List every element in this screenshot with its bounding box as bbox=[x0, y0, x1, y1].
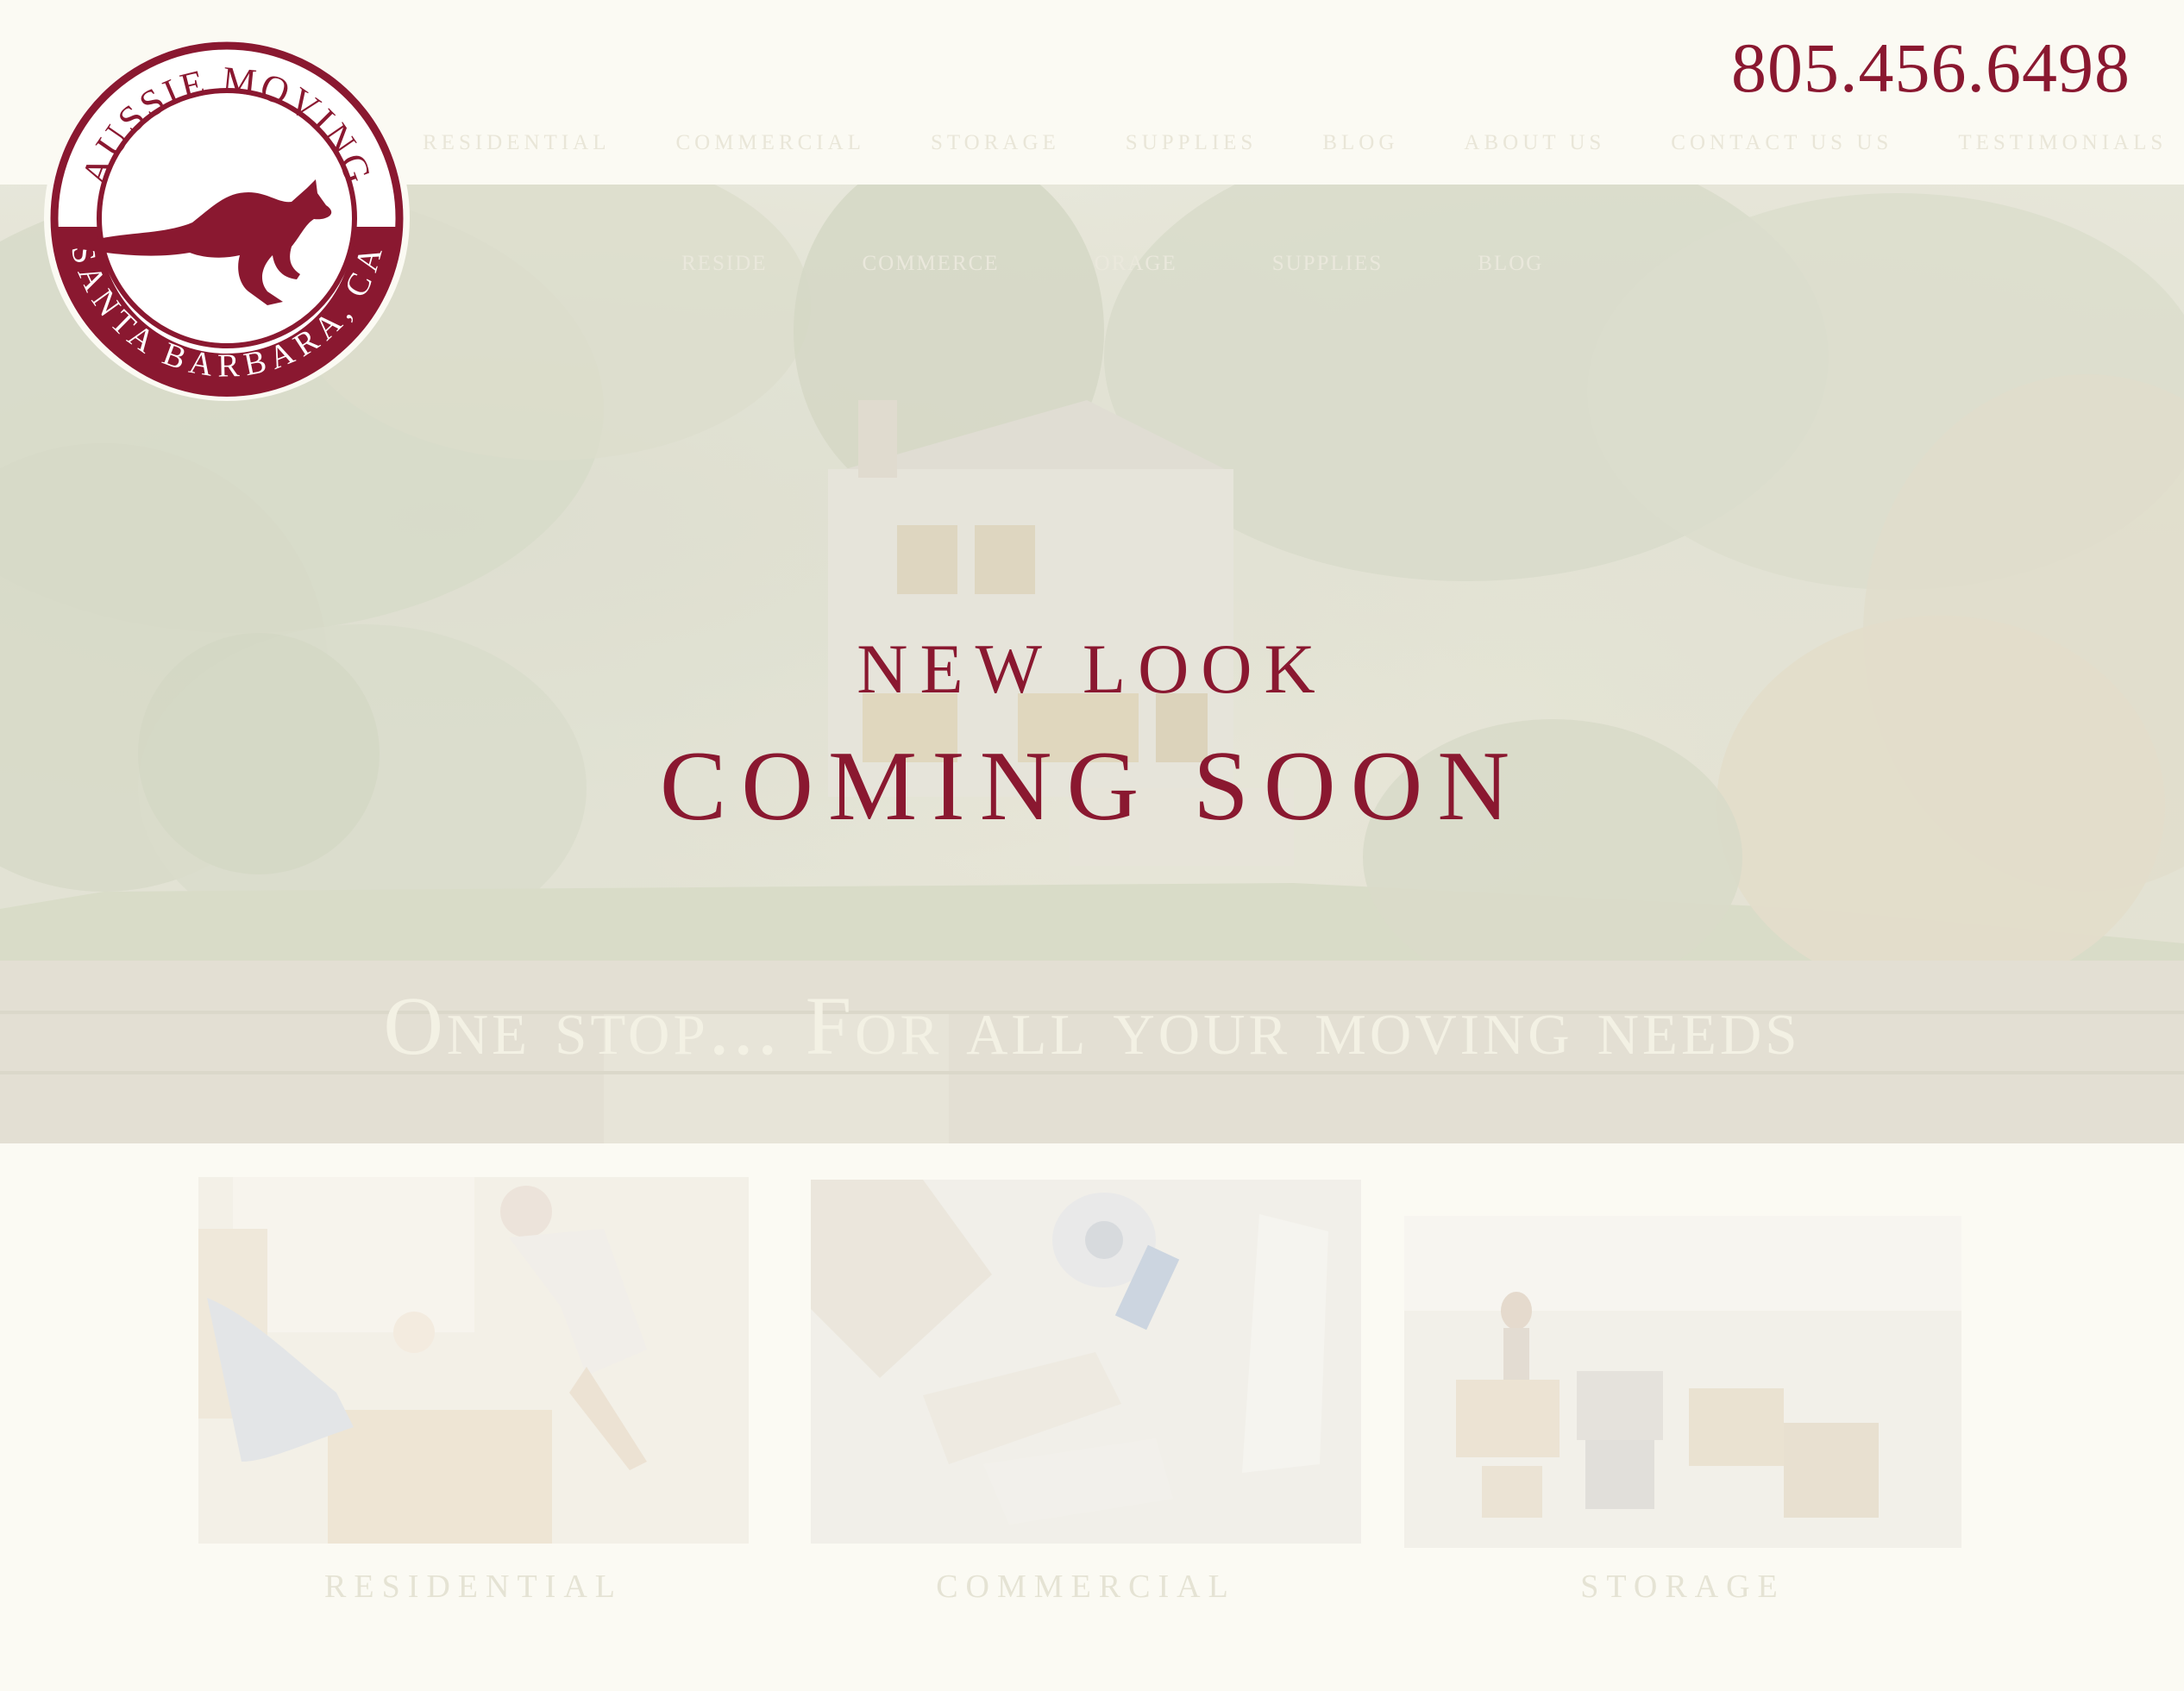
headline-coming-soon: COMING SOON bbox=[659, 731, 1525, 842]
nav-testimonials[interactable]: TESTIMONIALS bbox=[1958, 131, 2167, 155]
hero-nav-item: BLOG bbox=[1478, 252, 1544, 275]
nav-blog[interactable]: BLOG bbox=[1322, 131, 1398, 155]
phone-number[interactable]: 805.456.6498 bbox=[1731, 33, 2131, 103]
nav-residential[interactable]: RESIDENTIAL bbox=[423, 131, 610, 155]
page: RESIDE COMMERCE ORAGE SUPPLIES BLOG NEW … bbox=[0, 0, 2184, 1691]
nav-storage[interactable]: STORAGE bbox=[931, 131, 1060, 155]
nav-commercial[interactable]: COMMERCIAL bbox=[675, 131, 864, 155]
service-label-storage[interactable]: STORAGE bbox=[1404, 1568, 1961, 1606]
nav-contact-us[interactable]: CONTACT US US bbox=[1671, 131, 1892, 155]
service-card-storage-image[interactable] bbox=[1404, 1216, 1961, 1548]
headline-new-look: NEW LOOK bbox=[857, 629, 1327, 708]
hero-faded-nav: RESIDE COMMERCE ORAGE SUPPLIES BLOG bbox=[681, 252, 1638, 276]
hero-nav-item: ORAGE bbox=[1094, 252, 1177, 275]
hero-nav-item: RESIDE bbox=[681, 252, 768, 275]
hero-tagline: One stop... For all your moving needs bbox=[383, 980, 1801, 1072]
nav-supplies[interactable]: SUPPLIES bbox=[1126, 131, 1258, 155]
aussie-moving-logo[interactable]: AUSSIE MOVING SANTA BARBARA, CA bbox=[41, 33, 412, 404]
nav-about-us[interactable]: ABOUT US bbox=[1464, 131, 1605, 155]
service-label-commercial[interactable]: COMMERCIAL bbox=[811, 1568, 1361, 1606]
service-label-residential[interactable]: RESIDENTIAL bbox=[198, 1568, 749, 1606]
hero-nav-item: SUPPLIES bbox=[1271, 252, 1384, 275]
service-card-commercial-image[interactable] bbox=[811, 1180, 1361, 1544]
service-card-residential-image[interactable] bbox=[198, 1177, 749, 1544]
hero-nav-item: COMMERCE bbox=[862, 252, 1000, 275]
main-nav: RESIDENTIAL COMMERCIAL STORAGE SUPPLIES … bbox=[423, 131, 2184, 155]
